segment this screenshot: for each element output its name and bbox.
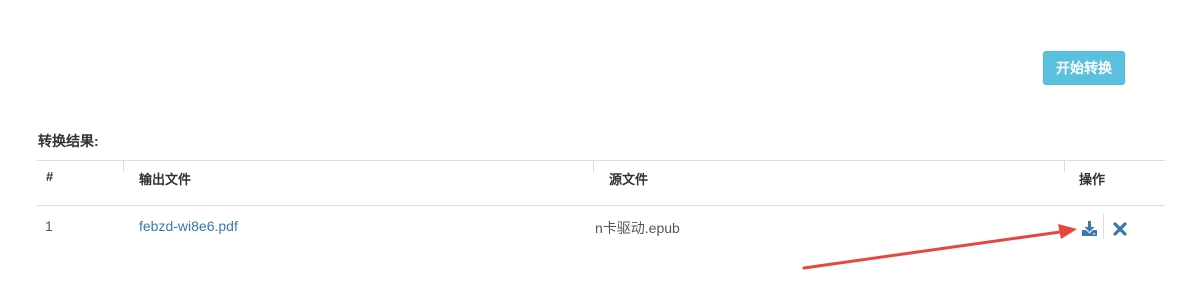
start-convert-button[interactable]: 开始转换 (1043, 51, 1125, 85)
annotation-arrow (802, 224, 1077, 270)
results-title: 转换结果: (38, 133, 99, 149)
close-icon[interactable] (1113, 222, 1127, 241)
conversion-page: 开始转换 转换结果: # 输出文件 源文件 操作 1 febzd-wi8e6.p… (0, 0, 1203, 292)
column-separator (123, 160, 124, 172)
output-file-link[interactable]: febzd-wi8e6.pdf (139, 218, 238, 234)
column-separator (1064, 160, 1065, 172)
header-source-file: 源文件 (609, 172, 649, 187)
table-top-border (37, 160, 1165, 161)
column-separator (593, 160, 594, 172)
header-index: # (46, 169, 54, 184)
actions-separator (1103, 213, 1104, 239)
header-actions: 操作 (1079, 172, 1106, 187)
download-icon[interactable] (1081, 221, 1098, 242)
source-file-name: n卡驱动.epub (595, 220, 680, 236)
header-output-file: 输出文件 (139, 172, 192, 187)
row-index: 1 (45, 218, 53, 234)
table-header-border (37, 205, 1165, 206)
